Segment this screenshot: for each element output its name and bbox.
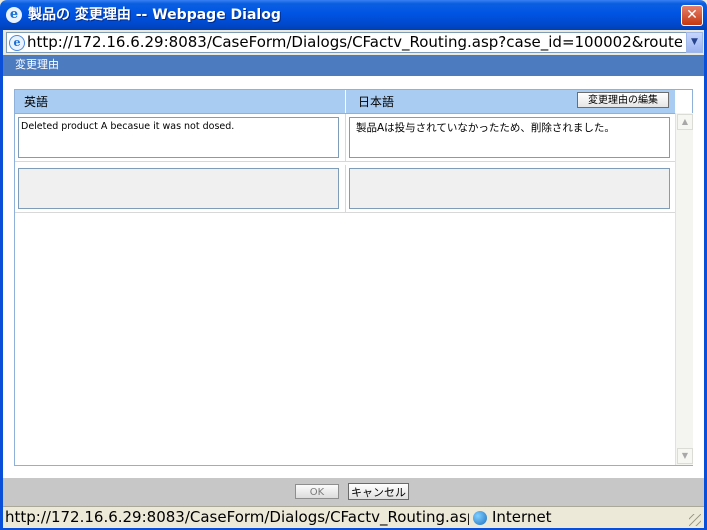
japanese-reason-field-empty[interactable] [349,168,670,209]
address-url[interactable]: http://172.16.6.29:8083/CaseForm/Dialogs… [27,34,682,51]
ie-page-icon: e [9,35,25,51]
ie-icon: e [6,7,22,23]
resize-grip-icon[interactable] [689,514,701,526]
edit-reason-button[interactable]: 変更理由の編集 [577,92,669,108]
english-reason-field[interactable]: Deleted product A becasue it was not dos… [18,117,339,158]
address-dropdown-button[interactable]: ▼ [686,32,703,53]
window-title: 製品の 変更理由 -- Webpage Dialog [28,7,281,23]
column-header-english: 英語 [24,95,49,109]
table-header: 英語 日本語 変更理由の編集 [15,90,675,114]
table-row: Deleted product A becasue it was not dos… [15,114,346,162]
address-field[interactable]: e http://172.16.6.29:8083/CaseForm/Dialo… [6,32,687,53]
window-titlebar[interactable]: e 製品の 変更理由 -- Webpage Dialog ✕ [0,0,707,30]
table-row [346,165,676,213]
status-bar: http://172.16.6.29:8083/CaseForm/Dialogs… [3,506,704,528]
close-button[interactable]: ✕ [681,5,703,26]
table-row: 製品Aは投与されていなかったため、削除されました。 [346,114,676,162]
english-reason-field-empty[interactable] [18,168,339,209]
dialog-footer: OK キャンセル [3,478,704,506]
dialog-content: 英語 日本語 変更理由の編集 Deleted product A becasue… [3,76,704,478]
scroll-down-arrow-icon[interactable]: ▼ [677,448,693,464]
japanese-reason-field[interactable]: 製品Aは投与されていなかったため、削除されました。 [349,117,670,158]
address-bar: e http://172.16.6.29:8083/CaseForm/Dialo… [3,30,704,54]
globe-icon [473,511,487,525]
column-divider [345,90,346,113]
cancel-button[interactable]: キャンセル [348,483,409,500]
table-row [15,165,346,213]
column-header-japanese: 日本語 [358,95,395,109]
status-url: http://172.16.6.29:8083/CaseForm/Dialogs… [5,509,469,526]
vertical-scrollbar[interactable]: ▲ ▼ [675,113,693,465]
ok-button[interactable]: OK [295,484,339,499]
section-header: 変更理由 [3,55,704,76]
security-zone-label: Internet [492,508,552,526]
section-title: 変更理由 [15,58,59,71]
scroll-up-arrow-icon[interactable]: ▲ [677,114,693,130]
reason-table: 英語 日本語 変更理由の編集 Deleted product A becasue… [14,89,693,466]
